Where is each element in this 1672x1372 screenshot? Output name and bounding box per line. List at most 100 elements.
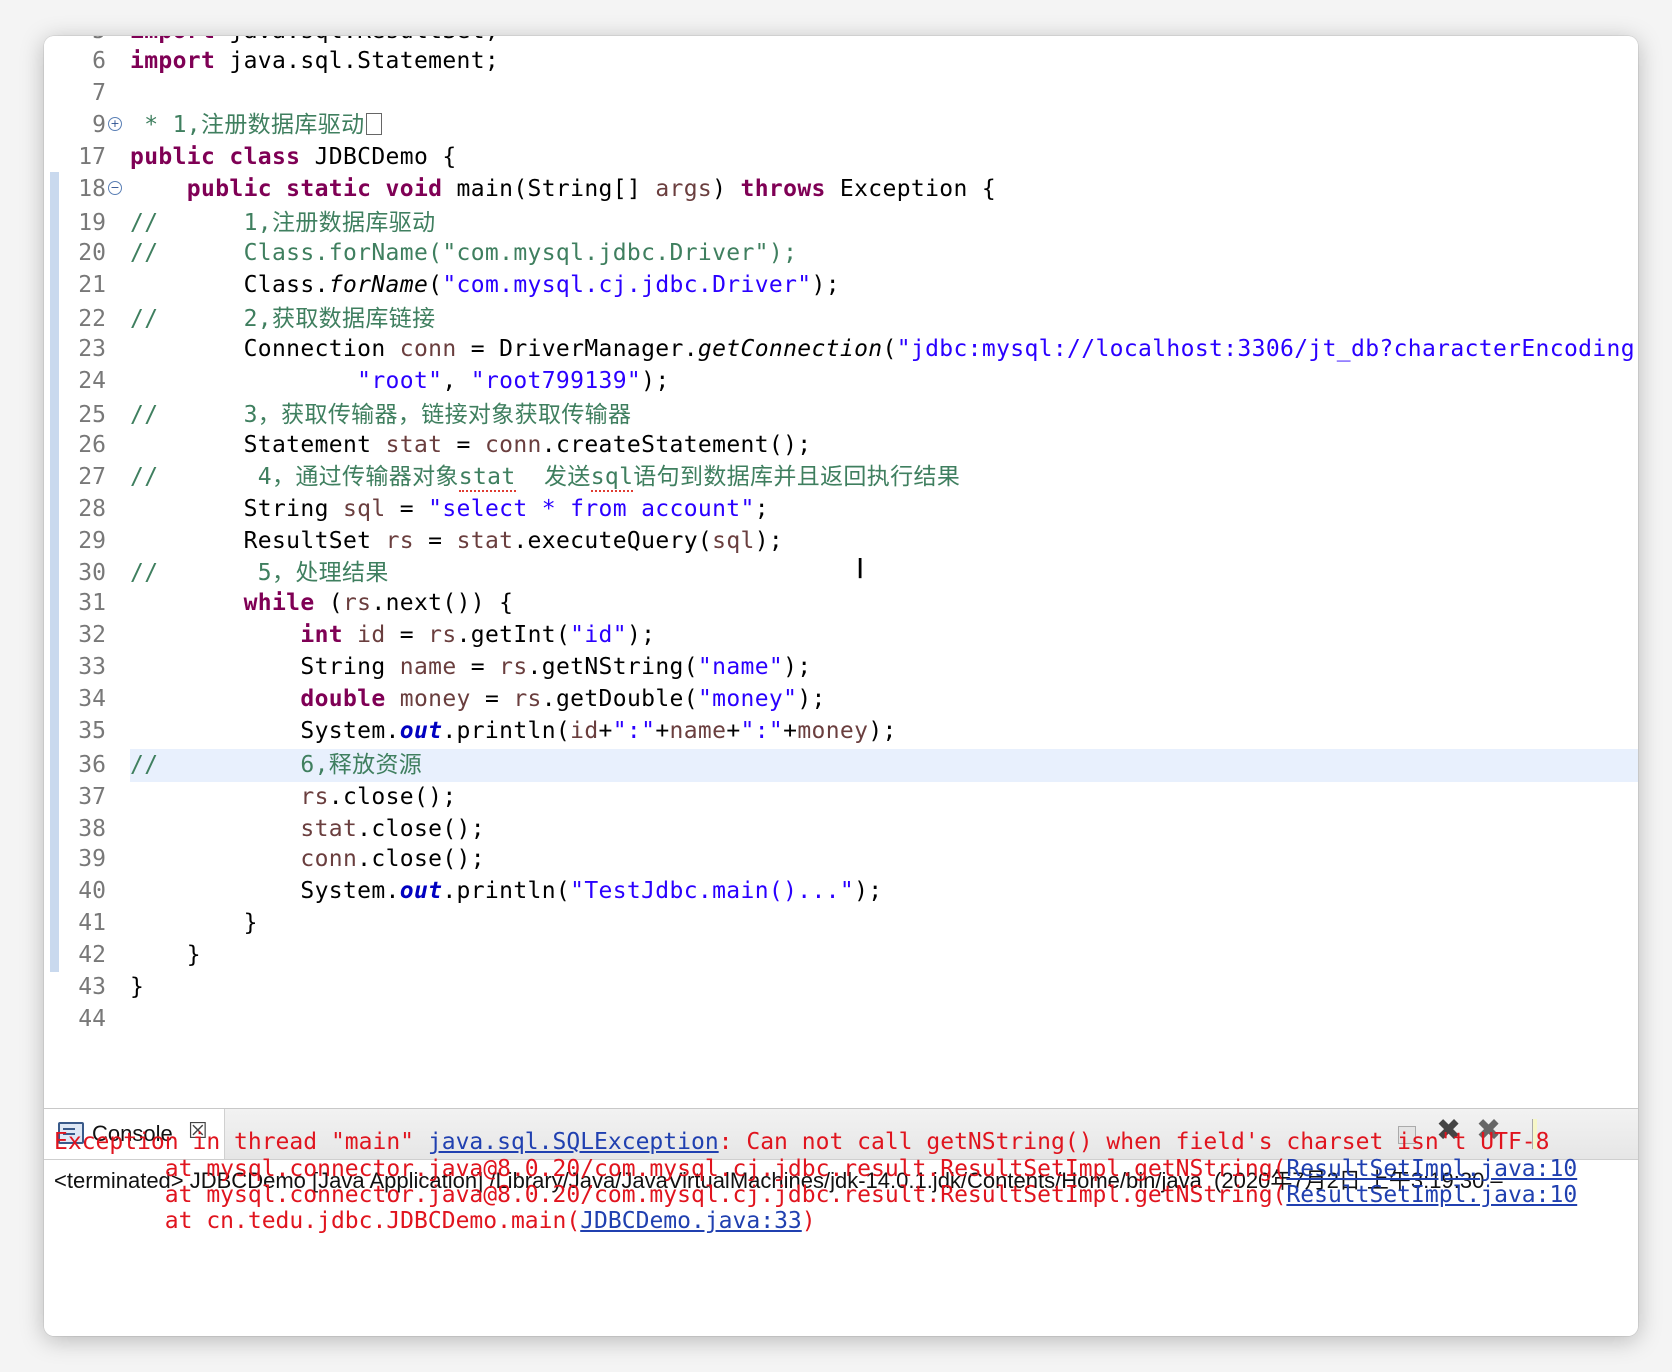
code-token: =	[413, 528, 457, 554]
code-token: sql	[590, 464, 634, 492]
code-token: "select * from account"	[428, 496, 755, 522]
code-text: String sql = "select * from account";	[130, 492, 769, 526]
code-line[interactable]: 22 // 2,获取数据库链接	[44, 302, 1638, 336]
code-line[interactable]: 44	[44, 1002, 1638, 1036]
code-token: main(String[]	[442, 176, 656, 202]
code-token: .getNString(	[527, 654, 698, 680]
code-token: (	[314, 590, 343, 616]
code-token: // 1,注册数据库驱动	[130, 210, 436, 236]
error-text: at mysql.connector.java@8.0.20/com.mysql…	[54, 1182, 1287, 1208]
code-line[interactable]: 9 + * 1,注册数据库驱动	[44, 108, 1638, 142]
code-line[interactable]: 25 // 3，获取传输器，链接对象获取传输器	[44, 398, 1638, 432]
code-token: Connection	[130, 336, 400, 362]
code-token: name	[399, 654, 457, 680]
code-token: (	[882, 336, 897, 362]
code-token: stat	[300, 816, 358, 842]
code-token: );	[754, 528, 784, 554]
code-token: conn	[399, 336, 457, 362]
code-line[interactable]: 7	[44, 76, 1638, 110]
code-token: out	[399, 718, 443, 744]
change-marker	[50, 906, 59, 940]
code-token: "name"	[697, 654, 784, 680]
change-marker	[50, 748, 59, 782]
collapse-fold-icon[interactable]: −	[108, 181, 122, 195]
code-text: }	[130, 970, 144, 1004]
code-line[interactable]: 30 // 5，处理结果	[44, 556, 1638, 590]
code-token: money	[797, 718, 869, 744]
code-token: conn	[300, 846, 358, 872]
folded-block-icon[interactable]	[366, 113, 383, 135]
code-token: String	[130, 496, 343, 522]
code-token: "root799139"	[470, 368, 642, 394]
line-number: 21	[78, 272, 106, 298]
code-token: "TestJdbc.main()..."	[570, 878, 855, 904]
code-token: money	[399, 686, 471, 712]
code-line[interactable]: 20 // Class.forName("com.mysql.jdbc.Drive…	[44, 236, 1638, 270]
code-line[interactable]: 37 rs.close();	[44, 780, 1638, 814]
code-line[interactable]: 34 double money = rs.getDouble("money");	[44, 682, 1638, 716]
code-line[interactable]: 18− public static void main(String[] arg…	[44, 172, 1638, 206]
code-line[interactable]: 17 public class JDBCDemo {	[44, 140, 1638, 174]
stacktrace-link[interactable]: ResultSetImpl.java:10	[1286, 1156, 1577, 1182]
expand-fold-icon[interactable]: +	[108, 117, 122, 131]
code-line[interactable]: 21 Class.forName("com.mysql.cj.jdbc.Driv…	[44, 268, 1638, 302]
change-marker	[50, 492, 59, 526]
code-token: }	[130, 942, 201, 968]
code-line[interactable]: 32 int id = rs.getInt("id");	[44, 618, 1638, 652]
code-line[interactable]: 24 "root", "root799139");	[44, 364, 1638, 398]
code-line[interactable]: 35 System.out.println(id+":"+name+":"+mo…	[44, 714, 1638, 748]
change-marker	[50, 780, 59, 814]
code-line[interactable]: 39 conn.close();	[44, 842, 1638, 876]
stacktrace-link[interactable]: java.sql.SQLException	[428, 1129, 719, 1155]
code-line[interactable]: 29 ResultSet rs = stat.executeQuery(sql)…	[44, 524, 1638, 558]
code-token: throws	[740, 176, 826, 202]
stacktrace-link[interactable]: JDBCDemo.java:33	[580, 1208, 802, 1234]
code-text: Connection conn = DriverManager.getConne…	[130, 332, 1635, 366]
line-number: 19	[78, 210, 106, 236]
code-token: java.sql.ResultSet;	[215, 36, 499, 44]
code-line[interactable]: 43}	[44, 970, 1638, 1004]
stacktrace-link[interactable]: ResultSetImpl.java:10	[1286, 1182, 1577, 1208]
code-text: Statement stat = conn.createStatement();	[130, 428, 812, 462]
code-text: stat.close();	[130, 812, 485, 846]
code-line[interactable]: 26 Statement stat = conn.createStatement…	[44, 428, 1638, 462]
change-marker	[50, 842, 59, 876]
code-line[interactable]: 28 String sql = "select * from account";	[44, 492, 1638, 526]
code-line[interactable]: 27 // 4，通过传输器对象stat 发送sql语句到数据库并且返回执行结果	[44, 460, 1638, 494]
code-token: stat	[456, 528, 514, 554]
line-number: 37	[78, 784, 106, 810]
line-number: 34	[78, 686, 106, 712]
code-token: =	[442, 432, 485, 458]
code-token: id	[570, 718, 599, 744]
code-line[interactable]: 6 import java.sql.Statement;	[44, 44, 1638, 78]
code-token: ":"	[612, 718, 656, 744]
code-line[interactable]: 23 Connection conn = DriverManager.getCo…	[44, 332, 1638, 366]
code-line[interactable]: 19 // 1,注册数据库驱动	[44, 206, 1638, 240]
code-token: sql	[342, 496, 386, 522]
code-editor[interactable]: 5import java.sql.ResultSet;6import java.…	[44, 36, 1638, 1108]
code-token: ,	[442, 368, 471, 394]
code-text: rs.close();	[130, 780, 457, 814]
code-line[interactable]: 38 stat.close();	[44, 812, 1638, 846]
code-token: );	[797, 686, 826, 712]
code-token: = DriverManager.	[456, 336, 698, 362]
code-token: (	[428, 272, 443, 298]
code-text: System.out.println("TestJdbc.main()...")…	[130, 874, 882, 908]
code-line[interactable]: 36 // 6,释放资源	[44, 748, 1638, 782]
code-token: );	[641, 368, 670, 394]
code-line[interactable]: 41 }	[44, 906, 1638, 940]
code-line[interactable]: 40 System.out.println("TestJdbc.main()..…	[44, 874, 1638, 908]
code-text: ResultSet rs = stat.executeQuery(sql);	[130, 524, 783, 558]
code-text: // Class.forName("com.mysql.jdbc.Driver"…	[130, 236, 797, 270]
code-line[interactable]: 31 while (rs.next()) {	[44, 586, 1638, 620]
code-token: .createStatement();	[541, 432, 812, 458]
code-line[interactable]: 33 String name = rs.getNString("name");	[44, 650, 1638, 684]
code-line[interactable]: 42 }	[44, 938, 1638, 972]
code-token: Statement	[130, 432, 386, 458]
code-token: rs	[428, 622, 457, 648]
code-token: import	[130, 48, 216, 74]
text-cursor-icon: I	[856, 552, 865, 585]
code-token: public static void	[186, 176, 443, 202]
